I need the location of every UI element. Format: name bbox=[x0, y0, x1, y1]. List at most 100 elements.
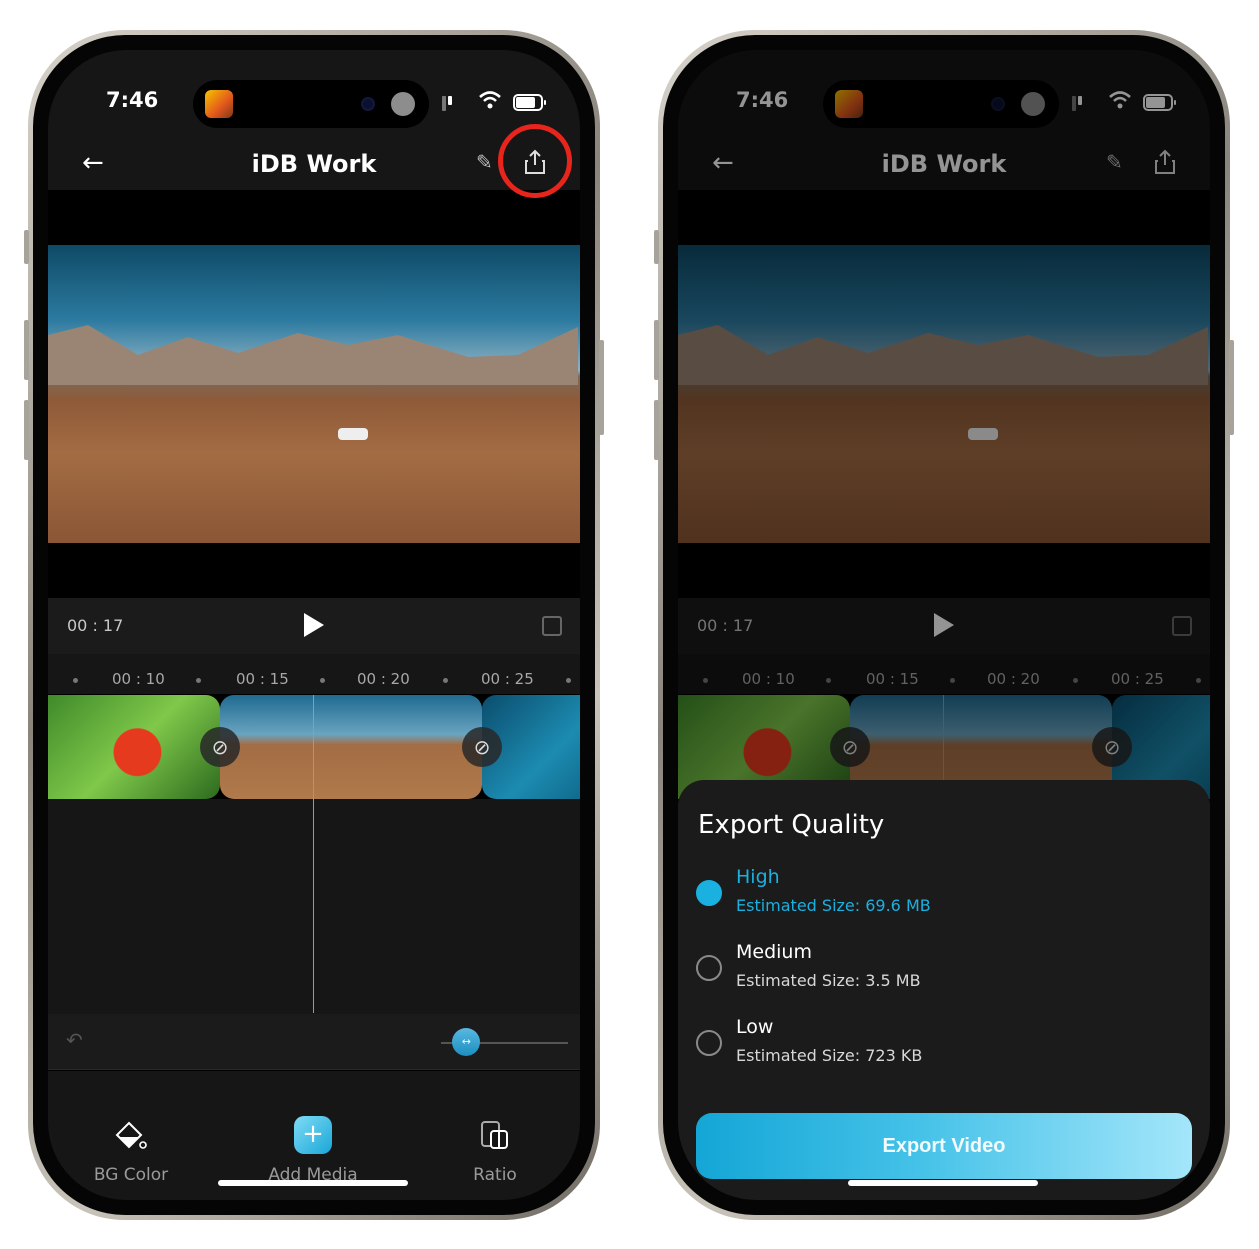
current-time: 00 : 17 bbox=[697, 616, 754, 635]
ruler-tick: 00 : 25 bbox=[1111, 670, 1164, 688]
ruler-tick: 00 : 20 bbox=[357, 670, 410, 688]
ruler-dot bbox=[703, 678, 708, 683]
play-icon bbox=[934, 613, 954, 637]
play-icon[interactable] bbox=[304, 613, 324, 637]
transition-icon: ⊘ bbox=[830, 727, 870, 767]
activity-indicator-icon bbox=[1021, 92, 1045, 116]
toolbar-add-media[interactable]: + Add Media bbox=[248, 1115, 378, 1185]
status-time: 7:46 bbox=[736, 88, 789, 112]
power-button bbox=[1229, 340, 1234, 435]
edit-pencil-icon[interactable]: ✎ bbox=[1106, 150, 1123, 174]
ruler-dot bbox=[73, 678, 78, 683]
top-nav-bar: ← iDB Work ✎ bbox=[48, 124, 580, 198]
fullscreen-icon[interactable] bbox=[542, 616, 562, 636]
ruler-dot bbox=[320, 678, 325, 683]
home-indicator[interactable] bbox=[848, 1180, 1038, 1186]
ruler-dot bbox=[1196, 678, 1201, 683]
zoom-slider-knob[interactable]: ↔ bbox=[452, 1028, 481, 1056]
share-export-icon[interactable] bbox=[1152, 148, 1178, 176]
current-time: 00 : 17 bbox=[67, 616, 124, 635]
paint-bucket-icon bbox=[115, 1121, 147, 1149]
volume-down-button bbox=[654, 400, 659, 460]
power-button bbox=[599, 340, 604, 435]
status-bar: 7:46 bbox=[48, 50, 580, 140]
option-size: Estimated Size: 69.6 MB bbox=[736, 896, 931, 915]
battery-icon bbox=[513, 94, 546, 111]
radio-selected-icon[interactable] bbox=[696, 880, 722, 906]
option-name: Medium bbox=[736, 941, 812, 963]
edit-pencil-icon[interactable]: ✎ bbox=[476, 150, 493, 174]
timeline-ruler: 00 : 10 00 : 15 00 : 20 00 : 25 bbox=[678, 654, 1210, 694]
volume-up-button bbox=[654, 320, 659, 380]
top-nav-bar: ← iDB Work ✎ bbox=[678, 140, 1210, 190]
toolbar-label: BG Color bbox=[93, 1165, 169, 1185]
ruler-tick: 00 : 20 bbox=[987, 670, 1040, 688]
status-bar: 7:46 bbox=[678, 50, 1210, 140]
preview-car bbox=[338, 428, 368, 440]
timeline-empty-area bbox=[48, 799, 580, 1014]
ruler-tick: 00 : 15 bbox=[236, 670, 289, 688]
transition-icon[interactable]: ⊘ bbox=[200, 727, 240, 767]
now-playing-artwork bbox=[835, 90, 863, 118]
playhead bbox=[943, 695, 944, 785]
clip-desert-drive[interactable] bbox=[220, 695, 482, 799]
video-preview[interactable] bbox=[48, 245, 580, 543]
preview-mountains bbox=[678, 325, 1208, 385]
transition-icon[interactable]: ⊘ bbox=[462, 727, 502, 767]
transition-icon: ⊘ bbox=[1092, 727, 1132, 767]
sheet-title: Export Quality bbox=[698, 810, 885, 840]
export-screen: 7:46 ← iDB Work ✎ 00: 17 00: 10 00: 1… bbox=[678, 50, 1210, 1200]
now-playing-artwork bbox=[205, 90, 233, 118]
preview-car bbox=[968, 428, 998, 440]
camera-icon bbox=[361, 97, 375, 111]
playhead[interactable] bbox=[313, 695, 314, 1013]
cellular-signal-icon bbox=[1072, 96, 1082, 111]
editor-screen: 7:46 ← iDB Work ✎ 00: 17 00: 10 00: 1… bbox=[48, 50, 580, 1200]
ratio-icon bbox=[481, 1121, 508, 1149]
ruler-dot bbox=[443, 678, 448, 683]
preview-mountains bbox=[48, 325, 578, 385]
volume-up-button bbox=[24, 320, 29, 380]
ruler-dot bbox=[826, 678, 831, 683]
activity-indicator-icon bbox=[391, 92, 415, 116]
timeline-ruler: 00 : 10 00 : 15 00 : 20 00 : 25 bbox=[48, 654, 580, 694]
project-title: iDB Work bbox=[881, 150, 1007, 178]
ruler-dot bbox=[566, 678, 571, 683]
toolbar-ratio[interactable]: Ratio bbox=[430, 1115, 560, 1185]
status-time: 7:46 bbox=[106, 88, 159, 112]
timeline-track: ⊘ ⊘ bbox=[48, 695, 580, 799]
video-preview bbox=[678, 245, 1210, 543]
camera-icon bbox=[991, 97, 1005, 111]
option-size: Estimated Size: 3.5 MB bbox=[736, 971, 921, 990]
option-name: High bbox=[736, 866, 780, 888]
radio-unselected-icon[interactable] bbox=[696, 1030, 722, 1056]
action-button bbox=[24, 230, 29, 264]
dynamic-island bbox=[823, 80, 1059, 128]
toolbar-bg-color[interactable]: BG Color bbox=[66, 1115, 196, 1185]
ruler-dot bbox=[950, 678, 955, 683]
phone-export: 7:46 ← iDB Work ✎ 00: 17 00: 10 00: 1… bbox=[654, 30, 1234, 1220]
option-name: Low bbox=[736, 1016, 774, 1038]
ruler-tick: 00 : 15 bbox=[866, 670, 919, 688]
radio-unselected-icon[interactable] bbox=[696, 955, 722, 981]
timeline-zoom-bar: ↶ ↔ bbox=[48, 1014, 580, 1070]
battery-icon bbox=[1143, 94, 1176, 111]
volume-down-button bbox=[24, 400, 29, 460]
toolbar-label: Ratio bbox=[473, 1165, 517, 1185]
cellular-signal-icon bbox=[442, 96, 452, 111]
export-quality-sheet: Export Quality High Estimated Size: 69.6… bbox=[678, 780, 1210, 1200]
ruler-dot bbox=[196, 678, 201, 683]
playback-controls: 00 : 17 bbox=[678, 598, 1210, 654]
dynamic-island bbox=[193, 80, 429, 128]
ruler-dot bbox=[1073, 678, 1078, 683]
wifi-icon bbox=[1109, 91, 1131, 109]
option-size: Estimated Size: 723 KB bbox=[736, 1046, 923, 1065]
export-video-button[interactable]: Export Video bbox=[696, 1113, 1192, 1179]
playback-controls: 00 : 17 bbox=[48, 598, 580, 654]
highlight-circle-annotation bbox=[498, 124, 572, 198]
ruler-tick: 00 : 10 bbox=[112, 670, 165, 688]
undo-icon[interactable]: ↶ bbox=[66, 1028, 83, 1052]
clip-strawberry[interactable] bbox=[48, 695, 220, 799]
home-indicator[interactable] bbox=[218, 1180, 408, 1186]
bottom-toolbar: BG Color + Add Media Ratio bbox=[48, 1071, 580, 1200]
